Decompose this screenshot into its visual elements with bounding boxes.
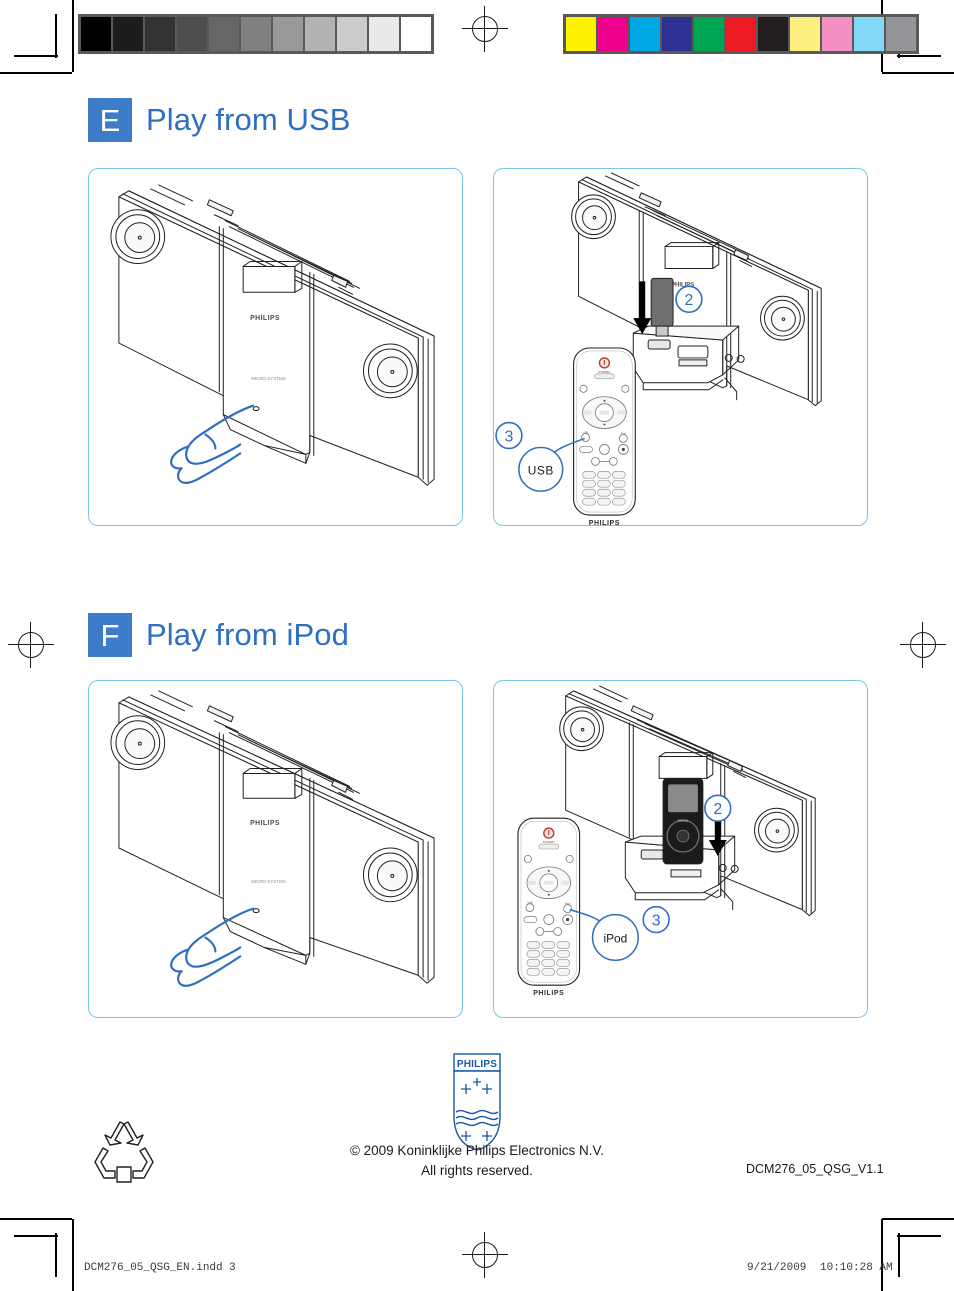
grayscale-calibration-bar xyxy=(78,14,434,54)
color-swatch xyxy=(822,17,852,51)
print-date: 9/21/2009 xyxy=(747,1262,807,1274)
remote-control: STANDBY USB iPod PHILIPS xyxy=(517,817,581,997)
page-canvas: E Play from USB PHILIPS MICRO SYSTEM PHI… xyxy=(0,0,954,1291)
gray-swatch xyxy=(241,17,271,51)
crop-mark-bl-inner-v xyxy=(55,1233,57,1277)
svg-text:3: 3 xyxy=(652,913,661,930)
gray-swatch xyxy=(273,17,303,51)
section-heading-f: F Play from iPod xyxy=(88,613,349,657)
section-heading-e: E Play from USB xyxy=(88,98,351,142)
panel-ipod-step2: PHILIPS MICRO SYSTEM xyxy=(493,680,868,1018)
gray-swatch xyxy=(337,17,367,51)
svg-text:3: 3 xyxy=(505,428,514,445)
panel-ipod-step1: PHILIPS MICRO SYSTEM 1 xyxy=(88,680,463,1018)
svg-text:STANDBY: STANDBY xyxy=(543,840,555,844)
section-badge-e: E xyxy=(88,98,132,142)
registration-mark-bottom xyxy=(462,1232,508,1278)
print-time: 10:10:28 AM xyxy=(820,1262,893,1274)
color-swatch xyxy=(566,17,596,51)
section-title-e: Play from USB xyxy=(146,102,351,137)
svg-text:2: 2 xyxy=(713,801,722,818)
remote-ipod-button xyxy=(563,904,573,914)
crop-mark-br-inner-v xyxy=(898,1233,900,1277)
svg-text:STANDBY: STANDBY xyxy=(598,370,610,374)
print-page-number: 3 xyxy=(229,1262,236,1274)
gray-swatch xyxy=(401,17,431,51)
gray-swatch xyxy=(145,17,175,51)
recycle-icon xyxy=(93,1118,155,1186)
color-swatch xyxy=(886,17,916,51)
crop-mark-bl-v xyxy=(72,1219,74,1291)
section-badge-f: F xyxy=(88,613,132,657)
color-swatch xyxy=(854,17,884,51)
color-swatch xyxy=(630,17,660,51)
svg-text:USB: USB xyxy=(583,431,589,435)
svg-text:MENU: MENU xyxy=(678,819,689,823)
crop-mark-br-v xyxy=(881,1219,883,1291)
print-filename: DCM276_05_QSG_EN.indd xyxy=(84,1262,223,1274)
color-swatch xyxy=(662,17,692,51)
crop-mark-br-h xyxy=(882,1218,954,1220)
svg-text:USB: USB xyxy=(528,463,554,477)
crop-mark-bl-inner-h xyxy=(14,1235,58,1237)
copyright-block: © 2009 Koninklijke Philips Electronics N… xyxy=(277,1141,677,1182)
color-calibration-bar xyxy=(563,14,919,54)
registration-mark-top xyxy=(462,6,508,52)
svg-text:PHILIPS: PHILIPS xyxy=(589,520,620,525)
svg-text:PHILIPS: PHILIPS xyxy=(457,1059,497,1070)
crop-mark-tl-inner-h xyxy=(14,55,58,57)
gray-swatch xyxy=(305,17,335,51)
section-title-f: Play from iPod xyxy=(146,617,349,652)
color-swatch xyxy=(726,17,756,51)
document-id: DCM276_05_QSG_V1.1 xyxy=(746,1162,884,1176)
svg-text:PHILIPS: PHILIPS xyxy=(250,820,280,827)
crop-mark-tl-v xyxy=(72,0,74,72)
crop-mark-tr-inner-h xyxy=(897,55,941,57)
ipod-device: MENU xyxy=(662,777,704,865)
gray-swatch xyxy=(81,17,111,51)
crop-mark-tl-h xyxy=(0,72,72,74)
svg-text:PHILIPS: PHILIPS xyxy=(250,315,280,322)
svg-text:MICRO SYSTEM: MICRO SYSTEM xyxy=(251,376,286,381)
crop-mark-br-inner-h xyxy=(897,1235,941,1237)
philips-logo: PHILIPS xyxy=(446,1052,508,1152)
color-swatch xyxy=(598,17,628,51)
registration-mark-left xyxy=(8,622,54,668)
crop-mark-bl-h xyxy=(0,1218,72,1220)
remote-control: STANDBY USB iPod PHILIPS xyxy=(573,347,636,525)
remote-usb-button xyxy=(581,433,590,442)
svg-text:2: 2 xyxy=(685,292,694,309)
svg-text:MICRO SYSTEM: MICRO SYSTEM xyxy=(251,879,286,884)
gray-swatch xyxy=(369,17,399,51)
svg-text:PHILIPS: PHILIPS xyxy=(533,990,564,997)
crop-mark-tr-h xyxy=(882,72,954,74)
copyright-line-2: All rights reserved. xyxy=(421,1163,533,1179)
gray-swatch xyxy=(209,17,239,51)
crop-mark-tl-inner-v xyxy=(55,14,57,58)
svg-text:USB: USB xyxy=(527,901,533,905)
svg-text:iPod: iPod xyxy=(603,931,627,945)
svg-text:iPod: iPod xyxy=(565,902,571,906)
svg-text:iPod: iPod xyxy=(621,432,627,436)
color-swatch xyxy=(694,17,724,51)
color-swatch xyxy=(790,17,820,51)
copyright-line-1: © 2009 Koninklijke Philips Electronics N… xyxy=(349,1143,605,1158)
panel-usb-step1: PHILIPS MICRO SYSTEM xyxy=(88,168,463,526)
gray-swatch xyxy=(177,17,207,51)
color-swatch xyxy=(758,17,788,51)
gray-swatch xyxy=(113,17,143,51)
panel-usb-step2: PHILIPS MICRO SYSTEM xyxy=(493,168,868,526)
registration-mark-right xyxy=(900,622,946,668)
